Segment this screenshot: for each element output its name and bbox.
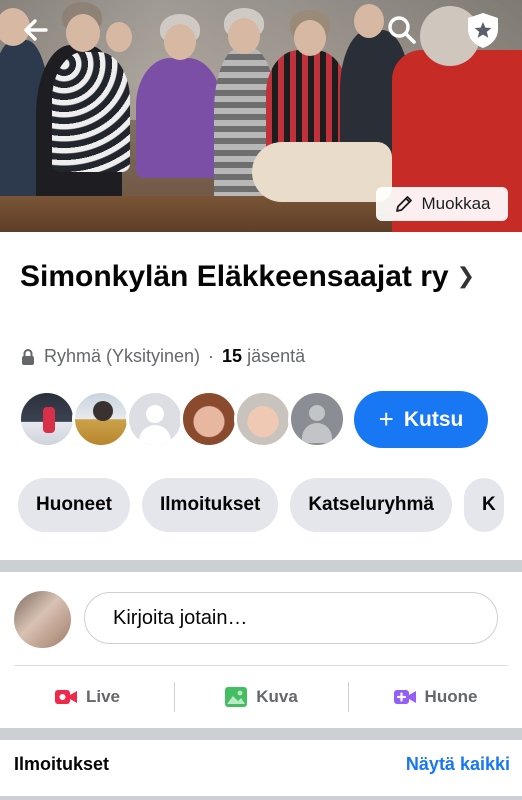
- avatar[interactable]: [288, 390, 346, 448]
- group-title[interactable]: Simonkylän Eläkkeensaajat ry ❯: [20, 256, 490, 296]
- photo-head: [354, 4, 384, 38]
- shield-star-icon: [468, 13, 498, 48]
- plus-icon: +: [378, 404, 394, 434]
- section-divider: [0, 728, 522, 740]
- back-button[interactable]: [20, 14, 52, 46]
- photo-head: [66, 14, 100, 52]
- photo-head: [164, 24, 196, 60]
- member-count-text[interactable]: 15 jäsentä: [222, 346, 305, 367]
- photo-label: Kuva: [256, 687, 298, 706]
- photo-head: [106, 22, 132, 52]
- room-button[interactable]: Huone: [348, 668, 522, 726]
- member-avatars[interactable]: [18, 390, 346, 448]
- see-all-link[interactable]: Näytä kaikki: [406, 754, 510, 775]
- room-label: Huone: [424, 687, 478, 706]
- member-count: 15: [222, 346, 243, 366]
- tab-truncated[interactable]: K: [463, 478, 504, 532]
- admin-tools-button[interactable]: [464, 10, 502, 50]
- search-icon: [388, 16, 416, 44]
- section-divider: [0, 560, 522, 572]
- announcements-heading: Ilmoitukset: [14, 754, 110, 774]
- member-word: jäsentä: [247, 346, 306, 366]
- live-video-icon: [54, 690, 77, 704]
- lock-icon: [22, 348, 34, 365]
- photo-head: [294, 20, 326, 56]
- photo-person: [52, 52, 130, 172]
- search-button[interactable]: [384, 12, 420, 48]
- chevron-right-icon: ❯: [456, 263, 476, 288]
- photo-person: [136, 58, 222, 178]
- edit-cover-button[interactable]: Muokkaa: [376, 187, 508, 221]
- invite-button[interactable]: + Kutsu: [354, 391, 488, 448]
- avatar[interactable]: [72, 390, 130, 448]
- photo-head: [228, 18, 260, 54]
- composer-actions: Live Kuva Huone: [0, 668, 522, 726]
- back-arrow-icon: [24, 19, 48, 41]
- composer-input[interactable]: Kirjoita jotain…: [84, 592, 498, 644]
- edit-cover-label: Muokkaa: [421, 194, 491, 213]
- pencil-icon: [395, 196, 412, 212]
- avatar[interactable]: [126, 390, 184, 448]
- live-label: Live: [85, 687, 121, 706]
- avatar[interactable]: [180, 390, 238, 448]
- live-button[interactable]: Live: [0, 668, 174, 726]
- composer-avatar[interactable]: [14, 591, 71, 648]
- section-divider: [0, 796, 522, 800]
- avatar[interactable]: [234, 390, 292, 448]
- group-tabs: Huoneet Ilmoitukset Katseluryhmä K: [18, 478, 504, 532]
- room-video-icon: [393, 690, 416, 704]
- photo-mannequin: [252, 142, 392, 202]
- meta-separator: ·: [208, 346, 215, 366]
- photo-icon: [225, 687, 248, 707]
- invite-label: Kutsu: [403, 407, 464, 431]
- group-privacy[interactable]: Ryhmä (Yksityinen): [44, 346, 200, 367]
- group-meta: Ryhmä (Yksityinen) · 15 jäsentä: [20, 346, 305, 367]
- avatar[interactable]: [18, 390, 76, 448]
- cover-photo[interactable]: Muokkaa: [0, 0, 522, 232]
- tab-huoneet[interactable]: Huoneet: [18, 478, 130, 532]
- tab-ilmoitukset[interactable]: Ilmoitukset: [142, 478, 279, 532]
- photo-button[interactable]: Kuva: [174, 668, 348, 726]
- divider: [14, 665, 508, 666]
- group-title-text: Simonkylän Eläkkeensaajat ry: [20, 260, 449, 293]
- tab-katseluryhma[interactable]: Katseluryhmä: [290, 478, 452, 532]
